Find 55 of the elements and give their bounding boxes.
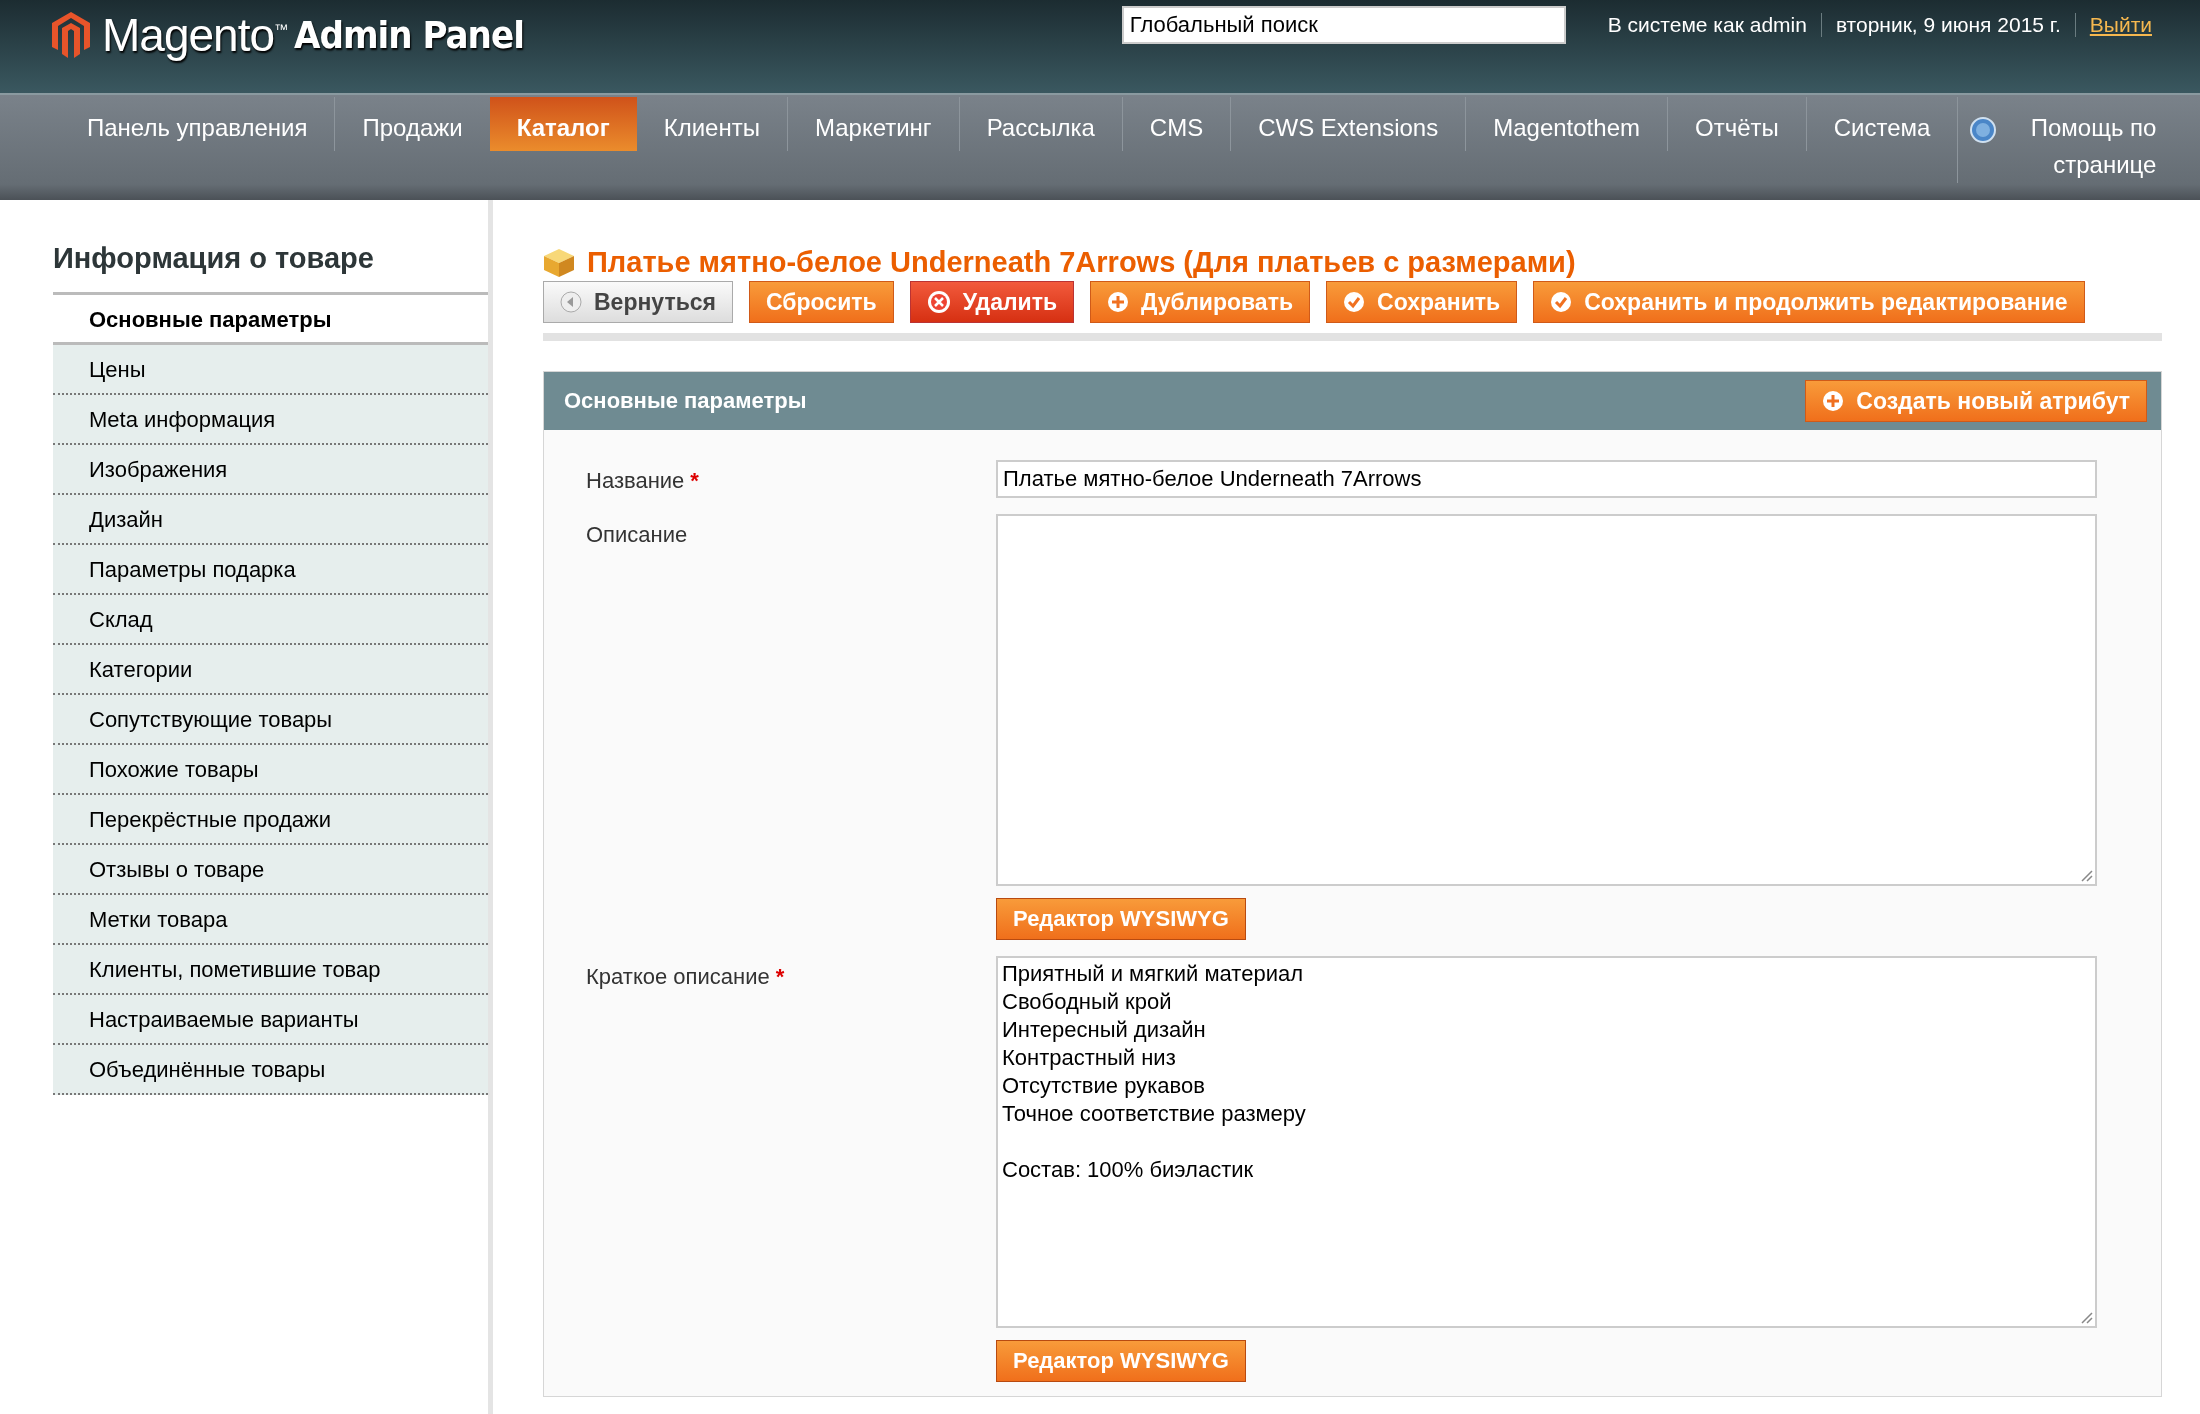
required-mark: * (775, 964, 785, 990)
sidebar-item[interactable]: Цены (53, 345, 488, 395)
sidebar-item[interactable]: Отзывы о товаре (53, 845, 488, 895)
logo-product-text: Admin Panel (294, 13, 524, 57)
nav-tab[interactable]: Клиенты (636, 97, 787, 151)
sidebar-item[interactable]: Meta информация (53, 395, 488, 445)
section-title: Основные параметры (564, 388, 807, 414)
nav-tab[interactable]: CMS (1121, 97, 1231, 151)
plus-icon (1107, 291, 1130, 313)
plus-icon (1822, 390, 1845, 412)
nav-tab[interactable]: Magentothem (1465, 97, 1667, 151)
nav-tab[interactable]: Продажи (334, 97, 490, 151)
resize-grip-icon[interactable] (2079, 1310, 2093, 1324)
textarea-field[interactable]: Приятный и мягкий материал Свободный крой Интересный дизайн Контрастный низ Отсутствие рукавов Точное соответствие размеру Состав: 100% биэластик (996, 956, 2097, 1328)
sidebar-item[interactable]: Настраиваемые варианты (53, 995, 488, 1045)
logout-link[interactable]: Выйти (2074, 13, 2152, 37)
sidebar-item[interactable]: Параметры подарка (53, 545, 488, 595)
action-button[interactable]: Удалить (909, 281, 1075, 323)
textarea-field[interactable] (996, 514, 2097, 886)
help-icon (1970, 117, 1997, 143)
nav-tab[interactable]: Система (1805, 97, 1958, 151)
field-label: Название (586, 468, 685, 494)
close-icon (926, 290, 951, 314)
user-text: В системе как admin (1606, 13, 1808, 37)
sidebar-item[interactable]: Клиенты, пометившие товар (53, 945, 488, 995)
sidebar-item[interactable]: Склад (53, 595, 488, 645)
nav-tab[interactable]: CWS Extensions (1230, 97, 1466, 151)
nav-tab[interactable]: Помощь по странице (1957, 97, 2157, 184)
check-icon (1550, 291, 1573, 313)
date-text: вторник, 9 июня 2015 г. (1820, 13, 2075, 37)
nav-tab[interactable]: Рассылка (958, 97, 1122, 151)
logo-brand-text: Magento (102, 8, 274, 62)
sidebar-item[interactable]: Метки товара (53, 895, 488, 945)
page-title: Платье мятно-белое Underneath 7Arrows (Для платьев с размерами) (587, 246, 1576, 279)
sidebar-item[interactable]: Объединённые товары (53, 1045, 488, 1095)
sidebar-item[interactable]: Похожие товары (53, 745, 488, 795)
required-mark: * (690, 468, 699, 494)
field-label: Описание (586, 522, 688, 548)
sidebar-item[interactable]: Изображения (53, 445, 488, 495)
trademark-mark: ™ (274, 22, 288, 36)
box-icon (543, 247, 575, 278)
search-field[interactable]: Глобальный поиск (1121, 6, 1566, 44)
sidebar-item[interactable]: Перекрёстные продажи (53, 795, 488, 845)
nav-tab[interactable]: Маркетинг (786, 97, 959, 151)
sidebar-item[interactable]: Категории (53, 645, 488, 695)
logo-icon (52, 12, 90, 58)
field-label: Краткое описание (586, 964, 770, 990)
check-icon (1343, 291, 1366, 313)
resize-grip-icon[interactable] (2079, 868, 2093, 882)
sidebar-item[interactable]: Сопутствующие товары (53, 695, 488, 745)
nav-tab[interactable]: Панель управления (60, 97, 335, 151)
nav-tab[interactable]: Отчёты (1667, 97, 1806, 151)
action-button[interactable]: Вернуться (543, 281, 734, 323)
sidebar-item[interactable]: Дизайн (53, 495, 488, 545)
input-field[interactable]: Платье мятно-белое Underneath 7Arrows (996, 460, 2097, 498)
